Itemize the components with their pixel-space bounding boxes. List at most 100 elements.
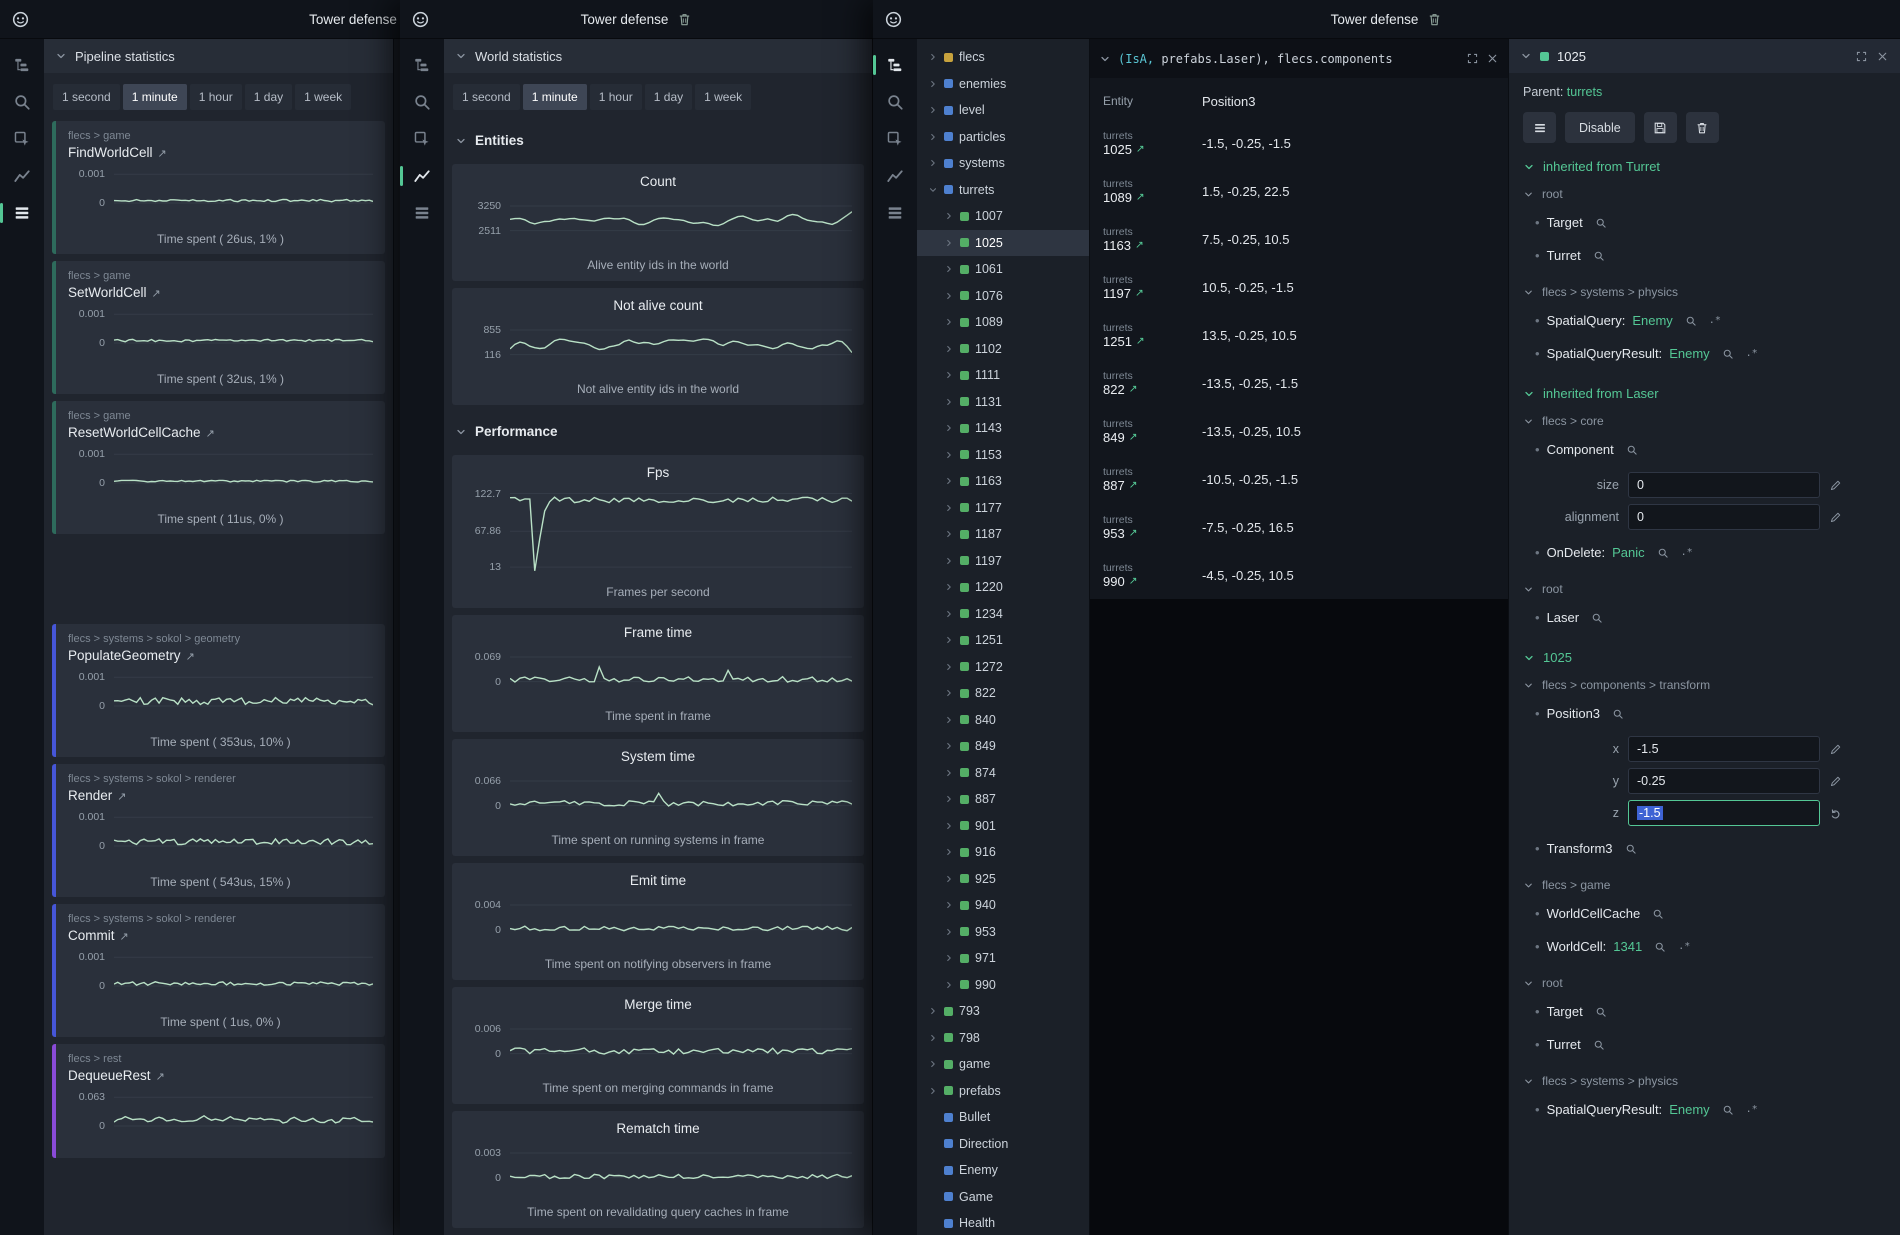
tree-item-1131[interactable]: 1131 (917, 389, 1089, 416)
sidebar-search-icon[interactable] (882, 89, 908, 115)
entity-id-link[interactable]: 1163↗ (1103, 238, 1196, 253)
magnifier-icon[interactable] (1625, 843, 1637, 855)
tree-item-game[interactable]: game (917, 1051, 1089, 1078)
tree-item-1163[interactable]: 1163 (917, 468, 1089, 495)
magnifier-icon[interactable] (1657, 547, 1669, 559)
sidebar-chart-icon[interactable] (409, 163, 435, 189)
tab-1-week[interactable]: 1 week (695, 84, 751, 110)
component-row-target[interactable]: •Target (1523, 206, 1886, 239)
sidebar-chart-icon[interactable] (882, 163, 908, 189)
query-row-990[interactable]: turrets 990↗ -4.5, -0.25, 10.5 (1090, 551, 1508, 599)
tree-item-particles[interactable]: particles (917, 124, 1089, 151)
sidebar-inspect-icon[interactable] (409, 126, 435, 152)
chevron-right-icon[interactable] (943, 821, 954, 831)
chevron-right-icon[interactable] (927, 158, 938, 168)
pencil-icon[interactable] (1829, 743, 1842, 756)
query-row-953[interactable]: turrets 953↗ -7.5, -0.25, 16.5 (1090, 503, 1508, 551)
column-header-position3[interactable]: Position3 (1196, 94, 1508, 109)
chevron-right-icon[interactable] (943, 450, 954, 460)
chevron-right-icon[interactable] (943, 582, 954, 592)
component-row-position3[interactable]: •Position3 (1523, 697, 1886, 730)
entity-id-link[interactable]: 1025↗ (1103, 142, 1196, 157)
chevron-right-icon[interactable] (943, 662, 954, 672)
tree-item-1025[interactable]: 1025 (917, 230, 1089, 257)
tree-item-1177[interactable]: 1177 (917, 495, 1089, 522)
chevron-right-icon[interactable] (943, 476, 954, 486)
chevron-right-icon[interactable] (943, 927, 954, 937)
section-header-entities[interactable]: Entities (452, 121, 864, 157)
tree-item-direction[interactable]: Direction (917, 1131, 1089, 1158)
pencil-icon[interactable] (1829, 479, 1842, 492)
chevron-right-icon[interactable] (927, 132, 938, 142)
tree-item-1061[interactable]: 1061 (917, 256, 1089, 283)
chevron-right-icon[interactable] (943, 529, 954, 539)
component-row-component[interactable]: •Component (1523, 433, 1886, 466)
component-row-turret[interactable]: •Turret (1523, 1028, 1886, 1061)
pencil-icon[interactable] (1829, 775, 1842, 788)
chart-title-link[interactable]: ResetWorldCellCache↗ (68, 425, 373, 440)
chevron-right-icon[interactable] (943, 397, 954, 407)
component-group-root[interactable]: root (1523, 187, 1886, 201)
tree-item-level[interactable]: level (917, 97, 1089, 124)
disable-button[interactable]: Disable (1565, 112, 1635, 143)
tree-item-916[interactable]: 916 (917, 839, 1089, 866)
close-icon[interactable] (1486, 52, 1499, 65)
component-group-flecs-components-transform[interactable]: flecs > components > transform (1523, 678, 1886, 692)
chevron-right-icon[interactable] (927, 1006, 938, 1016)
chevron-right-icon[interactable] (943, 211, 954, 221)
sidebar-table-icon[interactable] (409, 200, 435, 226)
tab-1-minute[interactable]: 1 minute (523, 84, 587, 110)
chevron-right-icon[interactable] (943, 874, 954, 884)
tree-item-health[interactable]: Health (917, 1210, 1089, 1235)
close-icon[interactable] (1876, 50, 1889, 63)
chevron-right-icon[interactable] (943, 556, 954, 566)
chevron-right-icon[interactable] (927, 1086, 938, 1096)
parent-link[interactable]: turrets (1567, 85, 1602, 99)
tree-item-971[interactable]: 971 (917, 945, 1089, 972)
sidebar-chart-icon[interactable] (9, 163, 35, 189)
tree-item-1220[interactable]: 1220 (917, 574, 1089, 601)
tree-item-flecs[interactable]: flecs (917, 44, 1089, 71)
delete-button[interactable] (1686, 112, 1719, 143)
tab-1-second[interactable]: 1 second (53, 84, 120, 110)
chevron-right-icon[interactable] (943, 503, 954, 513)
entity-id-link[interactable]: 1197↗ (1103, 286, 1196, 301)
tree-item-1187[interactable]: 1187 (917, 521, 1089, 548)
chart-title-link[interactable]: PopulateGeometry↗ (68, 648, 373, 663)
tree-item-798[interactable]: 798 (917, 1025, 1089, 1052)
inspector-header[interactable]: 1025 (1509, 39, 1900, 73)
query-row-1251[interactable]: turrets 1251↗ 13.5, -0.25, 10.5 (1090, 311, 1508, 359)
query-row-1197[interactable]: turrets 1197↗ 10.5, -0.25, -1.5 (1090, 263, 1508, 311)
tab-1-hour[interactable]: 1 hour (190, 84, 242, 110)
entity-id-link[interactable]: 953↗ (1103, 526, 1196, 541)
component-group-flecs-systems-physics[interactable]: flecs > systems > physics (1523, 1074, 1886, 1088)
titlebar[interactable]: Tower defense (400, 0, 873, 39)
sidebar-inspect-icon[interactable] (9, 126, 35, 152)
sidebar-tree-icon[interactable] (9, 52, 35, 78)
chevron-right-icon[interactable] (943, 847, 954, 857)
entity-id-link[interactable]: 849↗ (1103, 430, 1196, 445)
query-row-887[interactable]: turrets 887↗ -10.5, -0.25, -1.5 (1090, 455, 1508, 503)
chevron-down-icon[interactable] (927, 185, 938, 195)
titlebar[interactable]: Tower defense (873, 0, 1900, 39)
query-row-822[interactable]: turrets 822↗ -13.5, -0.25, -1.5 (1090, 359, 1508, 407)
chevron-right-icon[interactable] (943, 900, 954, 910)
sidebar-table-icon[interactable] (882, 200, 908, 226)
tree-item-1153[interactable]: 1153 (917, 442, 1089, 469)
query-row-1089[interactable]: turrets 1089↗ 1.5, -0.25, 22.5 (1090, 167, 1508, 215)
magnifier-icon[interactable] (1593, 1039, 1605, 1051)
expand-icon[interactable] (1466, 52, 1479, 65)
tree-item-prefabs[interactable]: prefabs (917, 1078, 1089, 1105)
sidebar-tree-icon[interactable] (409, 52, 435, 78)
magnifier-icon[interactable] (1685, 315, 1697, 327)
component-row-spatialqueryresult[interactable]: •SpatialQueryResult:Enemy.* (1523, 337, 1886, 370)
tab-1-second[interactable]: 1 second (453, 84, 520, 110)
sidebar-table-icon[interactable] (9, 200, 35, 226)
chevron-right-icon[interactable] (927, 52, 938, 62)
magnifier-icon[interactable] (1591, 612, 1603, 624)
component-row-laser[interactable]: •Laser (1523, 601, 1886, 634)
chevron-right-icon[interactable] (927, 105, 938, 115)
column-header-entity[interactable]: Entity (1090, 94, 1196, 109)
tree-item-953[interactable]: 953 (917, 919, 1089, 946)
tree-item-940[interactable]: 940 (917, 892, 1089, 919)
